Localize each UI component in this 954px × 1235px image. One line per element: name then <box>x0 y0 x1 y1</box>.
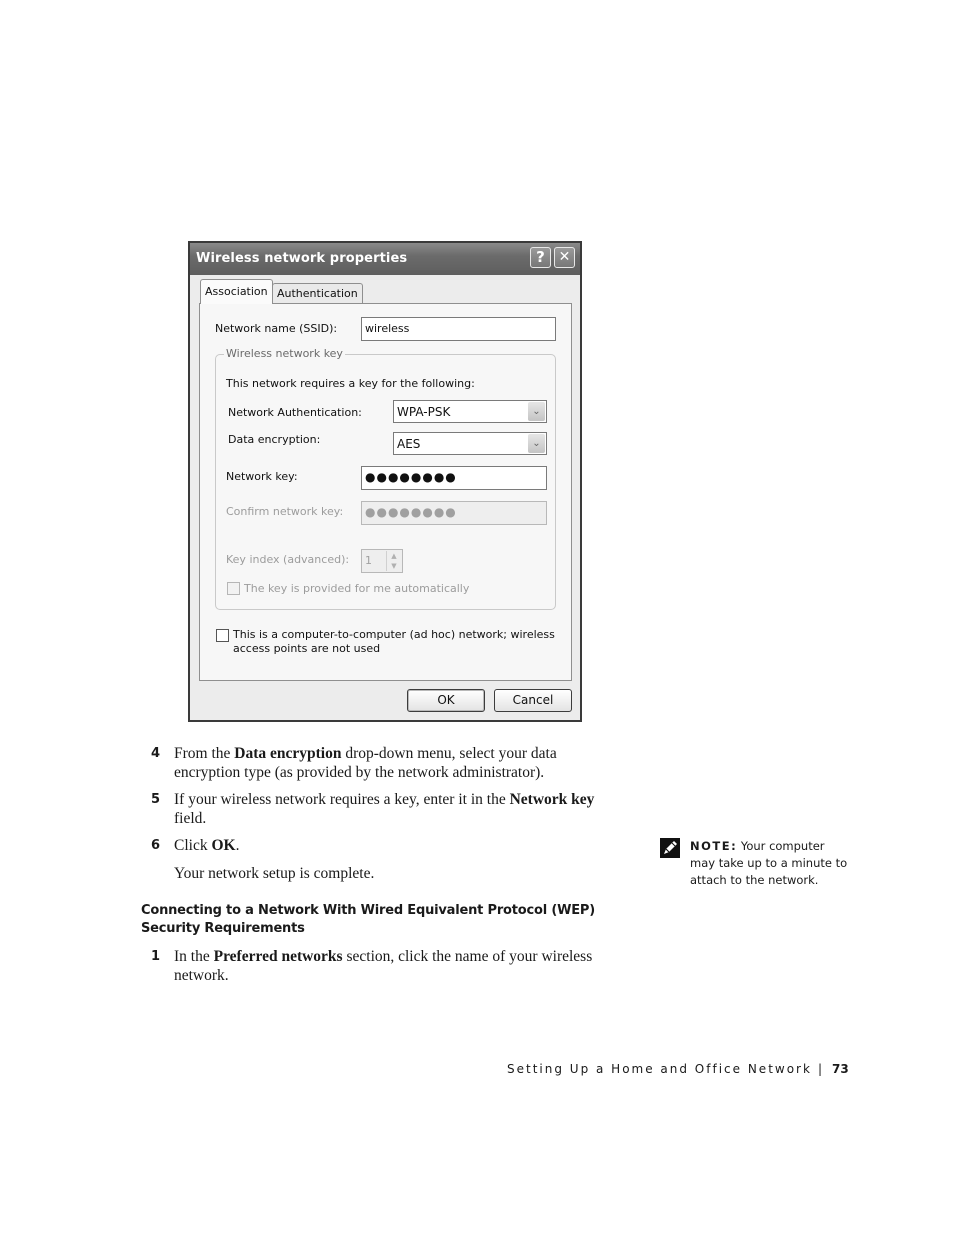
help-icon[interactable]: ? <box>530 247 551 268</box>
step-text: From the Data encryption drop-down menu,… <box>174 745 557 781</box>
dialog-title: Wireless network properties <box>196 251 408 266</box>
step-number: 6 <box>151 838 161 853</box>
chapter-title: Setting Up a Home and Office Network <box>507 1062 812 1076</box>
tab-association[interactable]: Association <box>200 279 273 304</box>
ssid-input[interactable]: wireless <box>361 317 556 341</box>
step-number: 4 <box>151 746 161 761</box>
close-icon[interactable]: ✕ <box>554 247 575 268</box>
network-auth-label: Network Authentication: <box>228 406 362 419</box>
ssid-label: Network name (SSID): <box>215 322 338 335</box>
chevron-down-icon[interactable]: ⌄ <box>528 434 545 453</box>
footer-separator: | <box>817 1062 824 1076</box>
key-intro-text: This network requires a key for the foll… <box>226 377 475 390</box>
page-number: 73 <box>831 1062 849 1076</box>
confirm-key-input[interactable]: ●●●●●●●● <box>361 501 547 525</box>
tab-authentication[interactable]: Authentication <box>272 283 363 304</box>
adhoc-label-line2: access points are not used <box>233 642 381 655</box>
key-index-spinner[interactable]: 1 ▲ ▼ <box>361 549 403 573</box>
note-label: NOTE: <box>690 839 738 853</box>
ok-button[interactable]: OK <box>407 689 485 712</box>
step-text: In the Preferred networks section, click… <box>174 948 593 984</box>
group-legend: Wireless network key <box>224 347 345 360</box>
ui-term: Data encryption <box>234 745 342 762</box>
spinner-arrows-icon[interactable]: ▲ ▼ <box>386 551 401 571</box>
adhoc-checkbox[interactable] <box>216 629 229 642</box>
step-number: 5 <box>151 792 161 807</box>
auto-key-checkbox[interactable] <box>227 582 240 595</box>
title-bar[interactable]: Wireless network properties ? ✕ <box>190 243 580 275</box>
wireless-network-properties-dialog: Wireless network properties ? ✕ Associat… <box>188 241 582 722</box>
pencil-note-icon <box>660 838 680 858</box>
network-auth-value: WPA-PSK <box>397 405 451 419</box>
chevron-down-icon[interactable]: ⌄ <box>528 402 545 421</box>
network-key-label: Network key: <box>226 470 298 483</box>
note-text: NOTE: Your computer may take up to a min… <box>690 839 848 887</box>
network-auth-select[interactable]: WPA-PSK ⌄ <box>393 400 547 423</box>
step-text: If your wireless network requires a key,… <box>174 791 595 827</box>
ui-term: Network key <box>509 791 595 808</box>
data-encryption-value: AES <box>397 437 421 451</box>
data-encryption-select[interactable]: AES ⌄ <box>393 432 547 455</box>
confirm-key-label: Confirm network key: <box>226 505 344 518</box>
ui-term: OK <box>211 837 236 854</box>
data-encryption-label: Data encryption: <box>228 433 321 446</box>
step-number: 1 <box>151 949 161 964</box>
network-key-input[interactable]: ●●●●●●●● <box>361 466 547 490</box>
auto-key-label: The key is provided for me automatically <box>244 582 470 595</box>
section-heading: Connecting to a Network With Wired Equiv… <box>141 903 595 936</box>
adhoc-label-line1: This is a computer-to-computer (ad hoc) … <box>233 628 555 641</box>
cancel-button[interactable]: Cancel <box>494 689 572 712</box>
key-index-value: 1 <box>365 554 372 567</box>
key-index-label: Key index (advanced): <box>226 553 350 566</box>
association-panel: Network name (SSID): wireless Wireless n… <box>199 303 572 681</box>
page-footer: Setting Up a Home and Office Network | 73 <box>507 1062 849 1076</box>
completion-text: Your network setup is complete. <box>174 865 375 882</box>
ui-term: Preferred networks <box>213 948 343 965</box>
wireless-network-key-group: Wireless network key This network requir… <box>215 347 556 610</box>
step-text: Click OK. <box>174 837 240 854</box>
